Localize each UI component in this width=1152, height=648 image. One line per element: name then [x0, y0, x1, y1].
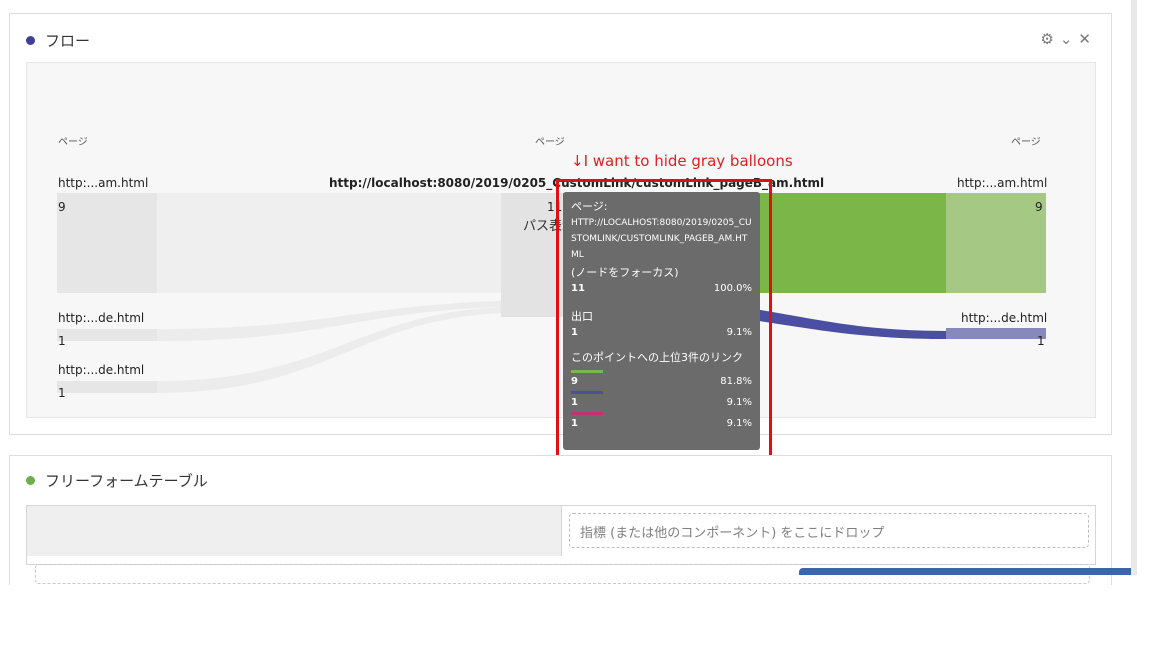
- left-node-2[interactable]: [57, 329, 157, 341]
- panel-tools: ⚙⌄✕: [1040, 30, 1097, 48]
- flow-title-text: フロー: [45, 32, 91, 50]
- left-node-1[interactable]: [57, 193, 157, 293]
- tooltip-link-swatch-3: [571, 412, 603, 415]
- left-node-3[interactable]: [57, 381, 157, 393]
- flow-link-left-2[interactable]: [157, 301, 503, 341]
- tooltip-total-row: 11 100.0%: [571, 283, 752, 294]
- tooltip-link-percent-1: 81.8%: [720, 376, 752, 387]
- tooltip-header: ページ:: [571, 200, 608, 213]
- tooltip-link-percent-2: 9.1%: [726, 397, 752, 408]
- column-header-left: ページ: [58, 137, 88, 148]
- tooltip-count: 11: [571, 283, 585, 294]
- settings-icon[interactable]: ⚙: [1040, 30, 1059, 48]
- right-node-1-label[interactable]: http:...am.html: [957, 176, 1047, 190]
- close-icon[interactable]: ✕: [1078, 30, 1097, 48]
- left-node-1-label[interactable]: http:...am.html: [58, 176, 148, 190]
- flow-panel-title: フロー: [26, 30, 90, 51]
- tooltip-link-row-2: 1 9.1%: [571, 397, 752, 408]
- tooltip-exit-row: 1 9.1%: [571, 327, 752, 338]
- left-node-2-count: 1: [58, 334, 66, 348]
- tooltip-link-row-3: 1 9.1%: [571, 418, 752, 429]
- right-node-2-count: 1: [1037, 334, 1045, 348]
- table-title-text: フリーフォームテーブル: [45, 472, 208, 490]
- tooltip-exit-label: 出口: [571, 310, 593, 323]
- tooltip-exit-count: 1: [571, 327, 578, 338]
- bottom-blue-bar[interactable]: [799, 568, 1137, 575]
- tooltip-link-count-3: 1: [571, 418, 578, 429]
- right-node-2[interactable]: [946, 328, 1046, 339]
- tooltip-link-swatch-1: [571, 370, 603, 373]
- flow-link-left-1[interactable]: [157, 193, 503, 293]
- tooltip-link-swatch-2: [571, 391, 603, 394]
- right-node-1[interactable]: [946, 193, 1046, 293]
- panel-status-dot: [26, 36, 35, 45]
- left-node-3-count: 1: [58, 386, 66, 400]
- tooltip-link-count-1: 9: [571, 376, 578, 387]
- column-header-center: ページ: [535, 137, 565, 148]
- tooltip-link-row-1: 9 81.8%: [571, 376, 752, 387]
- panel-status-dot: [26, 476, 35, 485]
- tooltip-focus[interactable]: (ノードをフォーカス): [571, 264, 752, 280]
- table-dimension-header[interactable]: [27, 506, 562, 556]
- annotation-text: ↓I want to hide gray balloons: [571, 152, 793, 170]
- right-node-2-label[interactable]: http:...de.html: [961, 311, 1047, 325]
- tooltip-url: HTTP://LOCALHOST:8080/2019/0205_CUSTOMLI…: [571, 218, 752, 260]
- left-node-1-count: 9: [58, 200, 66, 214]
- tooltip-exit-percent: 9.1%: [726, 327, 752, 338]
- metric-drop-zone[interactable]: 指標 (または他のコンポーネント) をここにドロップ: [569, 513, 1089, 548]
- column-header-right: ページ: [1011, 137, 1041, 148]
- freeform-table-panel: フリーフォームテーブル 指標 (または他のコンポーネント) をここにドロップ: [9, 455, 1112, 585]
- tooltip-link-percent-3: 9.1%: [726, 418, 752, 429]
- tooltip-top-links-label: このポイントへの上位3件のリンク: [571, 351, 743, 364]
- node-tooltip: ページ: HTTP://LOCALHOST:8080/2019/0205_CUS…: [563, 192, 760, 450]
- table-panel-title: フリーフォームテーブル: [26, 470, 208, 491]
- tooltip-percent: 100.0%: [713, 283, 752, 294]
- chevron-down-icon[interactable]: ⌄: [1060, 30, 1079, 48]
- right-node-1-count: 9: [1035, 200, 1043, 214]
- page-scrollbar[interactable]: [1131, 0, 1137, 575]
- left-node-3-label[interactable]: http:...de.html: [58, 363, 144, 377]
- tooltip-link-count-2: 1: [571, 397, 578, 408]
- freeform-table: 指標 (または他のコンポーネント) をここにドロップ: [26, 505, 1096, 584]
- left-node-2-label[interactable]: http:...de.html: [58, 311, 144, 325]
